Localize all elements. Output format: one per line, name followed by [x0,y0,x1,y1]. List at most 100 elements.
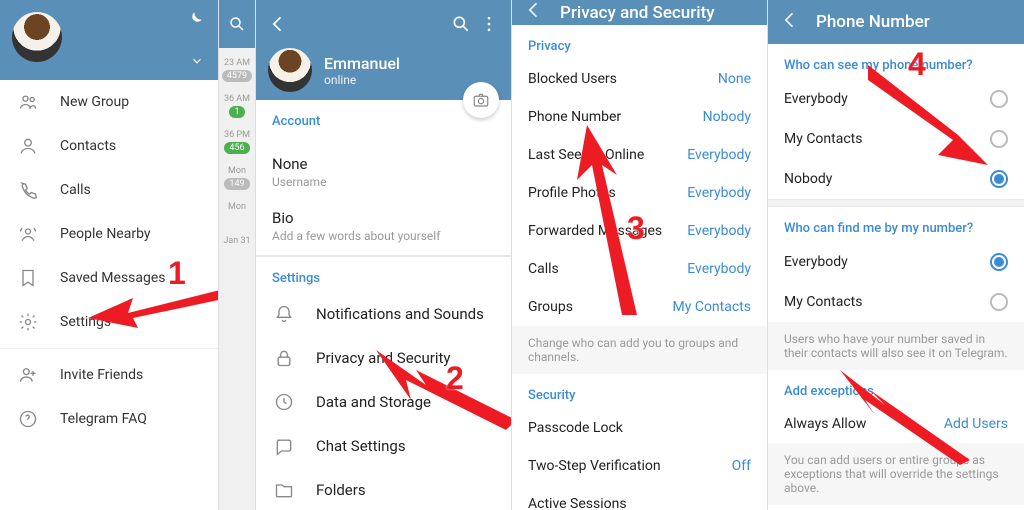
settings-panel: Emmanuel online Account None Username Bi… [256,0,512,510]
back-icon[interactable] [268,14,288,38]
menu-label: Invite Friends [60,367,143,383]
row-value: None [718,71,751,87]
privacy-hint: Change who can add you to groups and cha… [512,326,767,374]
night-mode-icon[interactable] [186,10,204,33]
settings-item-notifications-and-sounds[interactable]: Notifications and Sounds [256,292,511,336]
row-label: Two-Step Verification [528,458,661,474]
gear-icon [16,312,40,332]
row-label: Calls [528,261,559,277]
row-value: My Contacts [673,299,751,315]
menu-invite-friends[interactable]: Invite Friends [0,353,218,397]
security-row[interactable]: Passcode Lock [512,409,767,447]
chat-row[interactable]: Mon149 [219,160,255,196]
always-allow-row[interactable]: Always Allow Add Users [768,405,1024,443]
radio-icon [990,130,1008,148]
privacy-row[interactable]: Profile PhotosEverybody [512,174,767,212]
chat-row[interactable]: 36 AM1 [219,88,255,124]
menu-settings[interactable]: Settings [0,300,218,344]
section-divider [768,199,1024,207]
add-user-icon [16,365,40,385]
q2-heading: Who can find me by my number? [768,207,1024,242]
chat-list[interactable]: 23 AM457936 AM136 PM456Mon149Mon Jan 31 [219,48,255,510]
radio-option[interactable]: My Contacts [768,119,1024,159]
settings-item-label: Privacy and Security [316,349,451,367]
unread-badge: 1 [229,106,244,118]
menu-contacts[interactable]: Contacts [0,124,218,168]
add-users-link[interactable]: Add Users [944,416,1008,432]
row-label: Groups [528,299,573,315]
row-label: Passcode Lock [528,420,623,436]
chat-row[interactable]: 36 PM456 [219,124,255,160]
radio-option[interactable]: Nobody [768,159,1024,199]
row-label: Phone Number [528,109,621,125]
privacy-heading: Privacy [512,25,767,60]
menu-people-nearby[interactable]: People Nearby [0,212,218,256]
menu-label: Saved Messages [60,270,166,286]
username-row[interactable]: None Username [256,147,511,201]
profile-avatar[interactable] [268,48,312,92]
phone-icon [16,180,40,200]
menu-new-group[interactable]: New Group [0,80,218,124]
privacy-row[interactable]: Groups My Contacts [512,288,767,326]
privacy-row[interactable]: Forwarded MessagesEverybody [512,212,767,250]
row-label: Forwarded Messages [528,223,662,239]
chat-search-icon[interactable] [219,0,255,48]
security-row[interactable]: Active Sessions [512,485,767,510]
bio-value: Bio [272,209,495,227]
menu-saved-messages[interactable]: Saved Messages [0,256,218,300]
more-icon[interactable] [479,14,499,38]
bookmark-icon [16,268,40,288]
back-icon[interactable] [780,10,800,35]
row-value: Off [732,458,751,474]
chat-row[interactable] [219,218,255,230]
menu-label: Telegram FAQ [60,411,147,427]
nearby-icon [16,224,40,244]
radio-icon [990,170,1008,188]
drawer-panel: New Group Contacts Calls People Nearby S… [0,0,219,510]
privacy-row[interactable]: Last Seen & OnlineEverybody [512,136,767,174]
radio-option[interactable]: Everybody [768,242,1024,282]
exceptions-hint: You can add users or entire groups as ex… [768,443,1024,505]
unread-badge: 4579 [222,70,252,82]
settings-item-chat-settings[interactable]: Chat Settings [256,424,511,468]
avatar[interactable] [12,12,62,62]
settings-item-icon [272,392,296,412]
settings-item-icon [272,348,296,368]
back-icon[interactable] [524,0,544,25]
radio-option[interactable]: Everybody [768,79,1024,119]
chat-row[interactable]: 23 AM4579 [219,52,255,88]
row-value: Nobody [703,109,751,125]
privacy-row[interactable]: Phone Number Nobody [512,98,767,136]
chat-row[interactable]: Mon [219,196,255,218]
find-hint: Users who have your number saved in thei… [768,322,1024,370]
menu-telegram-faq[interactable]: Telegram FAQ [0,397,218,441]
security-row[interactable]: Two-Step Verification Off [512,447,767,485]
settings-header: Emmanuel online [256,0,511,100]
radio-option[interactable]: My Contacts [768,282,1024,322]
security-heading: Security [512,374,767,409]
row-value: Everybody [687,147,751,163]
menu-label: New Group [60,94,129,110]
phone-header: Phone Number [768,0,1024,44]
chevron-down-icon[interactable] [190,54,204,72]
option-label: My Contacts [784,131,862,147]
radio-icon [990,90,1008,108]
settings-item-icon [272,436,296,456]
privacy-row[interactable]: Blocked UsersNone [512,60,767,98]
settings-item-label: Notifications and Sounds [316,305,484,323]
option-label: Nobody [784,171,832,187]
settings-item-folders[interactable]: Folders [256,468,511,510]
option-label: Everybody [784,254,848,270]
q1-heading: Who can see my phone number? [768,44,1024,79]
menu-label: People Nearby [60,226,151,242]
menu-calls[interactable]: Calls [0,168,218,212]
privacy-header: Privacy and Security [512,0,767,25]
privacy-row[interactable]: CallsEverybody [512,250,767,288]
chat-row[interactable]: Jan 31 [219,230,255,252]
settings-item-data-and-storage[interactable]: Data and Storage [256,380,511,424]
search-icon[interactable] [451,14,471,38]
settings-item-privacy-and-security[interactable]: Privacy and Security [256,336,511,380]
camera-fab[interactable] [463,82,499,118]
bio-row[interactable]: Bio Add a few words about yourself [256,201,511,255]
phone-number-panel: Phone Number Who can see my phone number… [768,0,1024,510]
